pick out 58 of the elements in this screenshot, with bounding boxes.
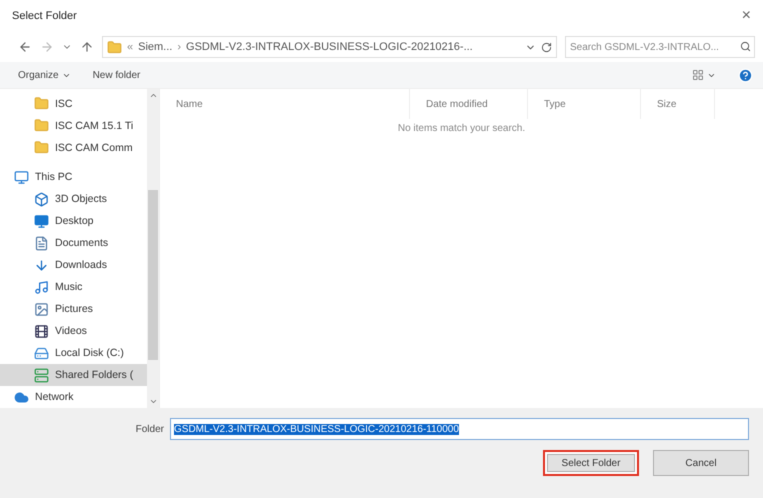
- picture-icon: [34, 302, 49, 317]
- help-icon[interactable]: [738, 68, 753, 82]
- cloud-icon: [14, 390, 29, 404]
- hard-drive-icon: [34, 346, 49, 361]
- sidebar-item[interactable]: Local Disk (C:): [0, 342, 147, 364]
- search-icon: [740, 41, 751, 52]
- sidebar-item[interactable]: ISC: [0, 93, 147, 115]
- monitor-icon: [34, 214, 49, 229]
- column-header[interactable]: Name: [160, 89, 410, 119]
- sidebar-item[interactable]: This PC: [0, 166, 147, 188]
- column-header[interactable]: Date modified: [410, 89, 528, 119]
- scroll-up-icon[interactable]: [148, 91, 158, 100]
- sidebar-item[interactable]: ISC CAM 15.1 Ti: [0, 114, 147, 137]
- sidebar-item[interactable]: Downloads: [0, 254, 147, 276]
- column-header[interactable]: Type: [528, 89, 641, 119]
- scroll-down-icon[interactable]: [148, 397, 158, 406]
- sidebar-item[interactable]: 3D Objects: [0, 188, 147, 210]
- column-header[interactable]: Size: [641, 89, 715, 119]
- breadcrumb-separator: ›: [177, 41, 182, 53]
- organize-button[interactable]: Organize: [18, 70, 71, 80]
- monitor-icon: [14, 170, 29, 185]
- sidebar-item[interactable]: Pictures: [0, 298, 147, 320]
- back-button[interactable]: [18, 40, 32, 54]
- film-icon: [34, 324, 49, 339]
- window-title: Select Folder: [12, 10, 77, 22]
- sidebar-item[interactable]: Documents: [0, 232, 147, 254]
- dialog-button[interactable]: Cancel: [653, 450, 749, 476]
- search-field[interactable]: Search GSDML-V2.3-INTRALO...: [565, 36, 755, 58]
- folder-icon: [34, 96, 49, 112]
- folder-input-field[interactable]: GSDML-V2.3-INTRALOX-BUSINESS-LOGIC-20210216-110000: [170, 418, 749, 440]
- sidebar-item[interactable]: Desktop: [0, 210, 147, 232]
- view-options-button[interactable]: [692, 69, 716, 81]
- music-note-icon: [34, 280, 49, 295]
- down-arrow-icon: [34, 258, 49, 273]
- sidebar-item[interactable]: ISC CAM Comm: [0, 136, 147, 159]
- sidebar-item[interactable]: Shared Folders (: [0, 364, 147, 386]
- sidebar-item[interactable]: Network: [0, 386, 147, 408]
- cube-icon: [34, 192, 49, 207]
- address-bar[interactable]: « Siem... › GSDML-V2.3-INTRALOX-BUSINESS-LOGIC-20210216-...: [102, 36, 557, 58]
- breadcrumb[interactable]: GSDML-V2.3-INTRALOX-BUSINESS-LOGIC-20210216-...: [186, 41, 473, 53]
- sidebar-item[interactable]: Music: [0, 276, 147, 298]
- dialog-button[interactable]: Select Folder: [543, 450, 639, 476]
- overflow-chevron[interactable]: «: [127, 41, 134, 53]
- grid-icon: [692, 69, 704, 81]
- empty-message: No items match your search.: [396, 123, 526, 134]
- folder-icon: [34, 140, 49, 156]
- up-button[interactable]: [80, 40, 94, 54]
- folder-icon: [34, 118, 49, 134]
- new-folder-button[interactable]: New folder: [92, 70, 140, 80]
- document-icon: [34, 236, 49, 251]
- breadcrumb[interactable]: Siem...: [138, 41, 172, 53]
- server-icon: [34, 368, 49, 383]
- folder-icon: [107, 40, 122, 54]
- folder-label: Folder: [134, 424, 164, 434]
- scrollbar[interactable]: [147, 89, 159, 408]
- sidebar-item[interactable]: Videos: [0, 320, 147, 342]
- refresh-icon[interactable]: [541, 42, 552, 52]
- close-button[interactable]: ×: [740, 7, 753, 25]
